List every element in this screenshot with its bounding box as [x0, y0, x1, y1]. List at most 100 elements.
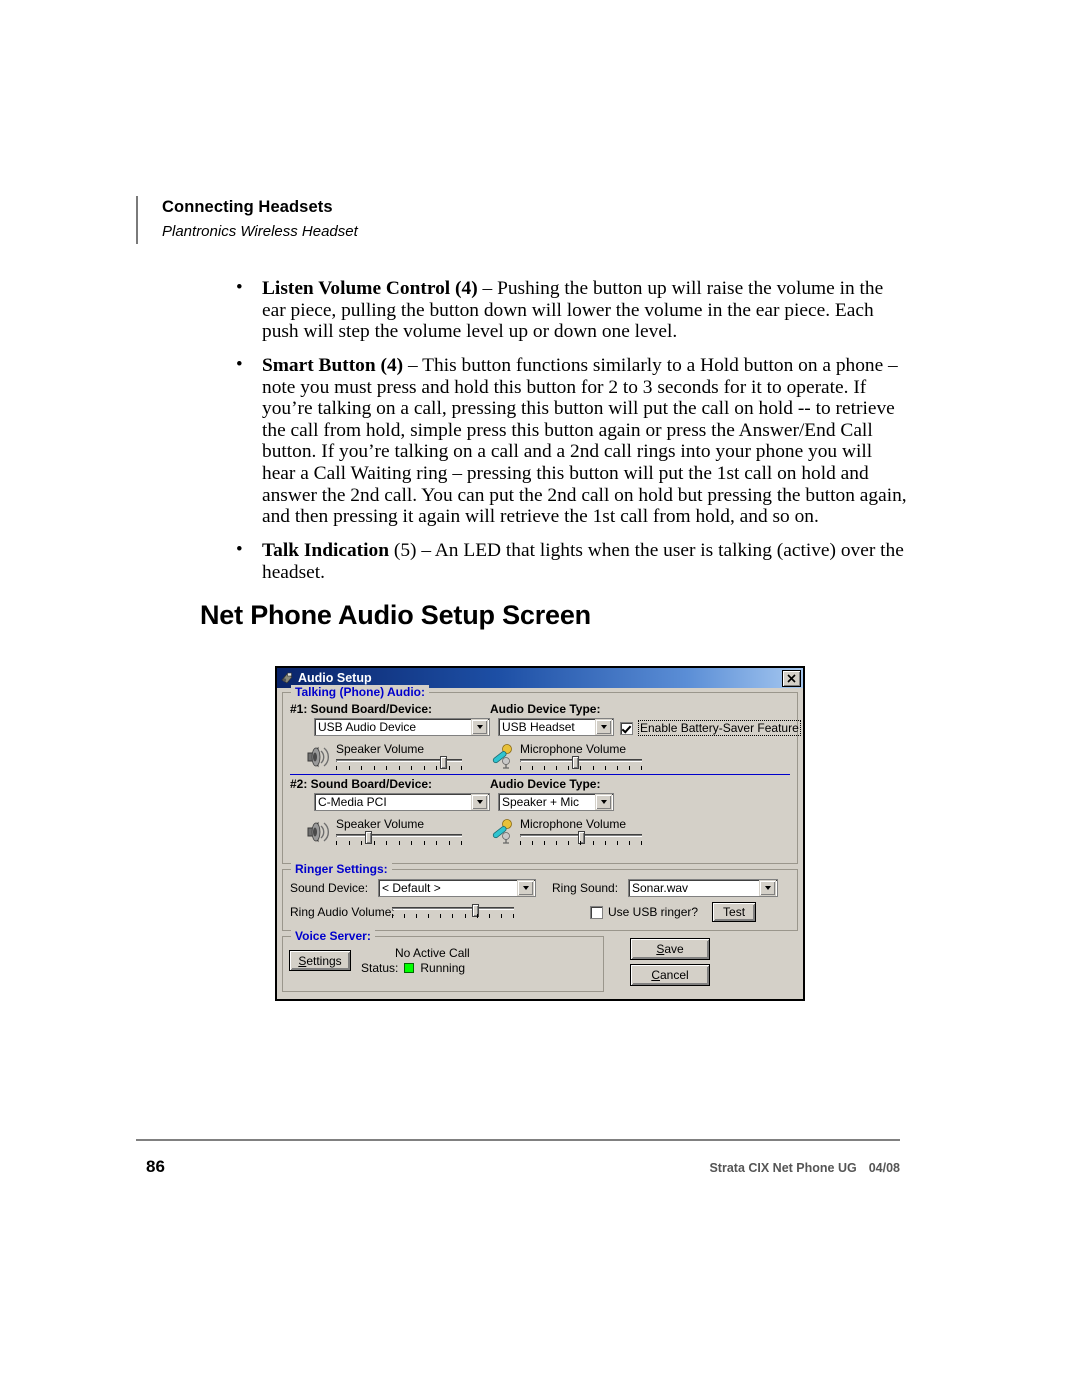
- group-divider: [290, 774, 790, 775]
- ringer-sound-device-combo[interactable]: < Default >: [378, 879, 536, 897]
- device1-speaker-volume: Speaker Volume: [304, 742, 462, 771]
- audio-setup-icon: [280, 671, 294, 685]
- body-content: • Listen Volume Control (4) – Pushing the…: [234, 277, 910, 595]
- voice-server-settings-button[interactable]: Settings: [289, 950, 351, 971]
- usb-ringer-label: Use USB ringer?: [608, 905, 699, 919]
- device2-speaker-label: Speaker Volume: [336, 817, 425, 831]
- bullet-term: Listen Volume Control: [262, 278, 451, 299]
- slider-ticks: [520, 841, 642, 846]
- device1-mic-slider[interactable]: [520, 756, 642, 771]
- device1-speaker-label: Speaker Volume: [336, 742, 425, 756]
- status-led-icon: [404, 963, 415, 973]
- device1-type-combo[interactable]: USB Headset: [498, 718, 614, 736]
- dialog-body: Talking (Phone) Audio: #1: Sound Board/D…: [277, 685, 803, 997]
- list-item: • Talk Indication (5) – An LED that light…: [234, 538, 910, 583]
- battery-saver-label: Enable Battery-Saver Feature: [638, 720, 801, 736]
- sound-device-label: Sound Device:: [290, 881, 369, 895]
- footer-doc-title: Strata CIX Net Phone UG: [709, 1161, 857, 1175]
- header-subtitle: Plantronics Wireless Headset: [162, 223, 358, 241]
- bullet-ref: (4): [455, 278, 478, 299]
- test-button[interactable]: Test: [712, 902, 757, 922]
- voice-server-status-label: Status:: [361, 961, 399, 975]
- voice-server-group: Voice Server: Settings No Active Call St…: [282, 929, 604, 992]
- device2-mic-volume: Microphone Volume: [488, 817, 642, 846]
- slider-ticks: [392, 914, 514, 919]
- bullet-glyph: •: [236, 277, 243, 298]
- ring-volume-slider[interactable]: [392, 904, 514, 919]
- bullet-term: Talk Indication: [262, 539, 389, 561]
- save-button-label: Save: [656, 942, 684, 956]
- device1-board-value: USB Audio Device: [318, 720, 417, 734]
- ring-volume-label: Ring Audio Volume:: [290, 905, 395, 919]
- battery-saver-checkbox-wrap[interactable]: Enable Battery-Saver Feature: [620, 720, 801, 736]
- ring-sound-label: Ring Sound:: [552, 881, 619, 895]
- audio-setup-dialog: Audio Setup Talking (Phone) Audio: #1: S…: [275, 666, 805, 1001]
- cancel-button[interactable]: Cancel: [630, 964, 710, 986]
- device1-board-combo[interactable]: USB Audio Device: [314, 718, 490, 736]
- microphone-icon: [488, 743, 518, 771]
- ringer-settings-group: Ringer Settings: Sound Device: < Default…: [282, 862, 798, 931]
- ringer-sound-device-value: < Default >: [382, 881, 441, 895]
- group-legend: Talking (Phone) Audio:: [291, 685, 429, 699]
- footer-divider: [136, 1139, 900, 1141]
- slider-track: [392, 907, 514, 910]
- chevron-down-icon[interactable]: [471, 719, 488, 735]
- bullet-glyph: •: [236, 353, 243, 375]
- device1-board-label: #1: Sound Board/Device:: [290, 702, 433, 716]
- voice-server-call-state: No Active Call: [395, 946, 470, 960]
- bullet-glyph: •: [236, 538, 243, 560]
- chevron-down-icon[interactable]: [759, 880, 776, 896]
- usb-ringer-checkbox[interactable]: [590, 905, 603, 919]
- chevron-down-icon[interactable]: [471, 794, 488, 810]
- bullet-ref: (4): [380, 354, 404, 376]
- footer-doc-info: Strata CIX Net Phone UG 04/08: [709, 1161, 900, 1175]
- device2-mic-label: Microphone Volume: [520, 817, 627, 831]
- microphone-icon: [488, 818, 518, 846]
- slider-ticks: [336, 766, 462, 771]
- bullet-text: – This button functions similarly to a H…: [262, 354, 907, 528]
- group-legend: Voice Server:: [291, 929, 375, 943]
- close-icon[interactable]: [782, 669, 801, 687]
- device2-type-value: Speaker + Mic: [502, 795, 580, 809]
- list-item: • Listen Volume Control (4) – Pushing the…: [234, 277, 910, 343]
- device2-mic-slider[interactable]: [520, 831, 642, 846]
- dialog-title: Audio Setup: [298, 671, 372, 685]
- device1-type-value: USB Headset: [502, 720, 575, 734]
- header-title: Connecting Headsets: [162, 198, 333, 216]
- device1-type-label: Audio Device Type:: [490, 702, 601, 716]
- page-number: 86: [146, 1157, 165, 1176]
- device1-mic-volume: Microphone Volume: [488, 742, 642, 771]
- settings-button-label: Settings: [298, 953, 342, 968]
- slider-track: [336, 834, 462, 837]
- slider-ticks: [520, 766, 642, 771]
- list-item: • Smart Button (4) – This button function…: [234, 353, 910, 528]
- device2-type-label: Audio Device Type:: [490, 777, 601, 791]
- ring-sound-value: Sonar.wav: [632, 881, 689, 895]
- device2-board-label: #2: Sound Board/Device:: [290, 777, 433, 791]
- footer-date: 04/08: [868, 1161, 900, 1175]
- ring-sound-combo[interactable]: Sonar.wav: [628, 879, 778, 897]
- device2-type-combo[interactable]: Speaker + Mic: [498, 793, 614, 811]
- usb-ringer-checkbox-wrap[interactable]: Use USB ringer?: [590, 905, 698, 919]
- device1-speaker-slider[interactable]: [336, 756, 462, 771]
- voice-server-status-value: Running: [420, 961, 466, 975]
- page-title: Net Phone Audio Setup Screen: [200, 600, 591, 630]
- slider-ticks: [336, 841, 462, 846]
- battery-saver-checkbox[interactable]: [620, 721, 633, 735]
- device2-board-value: C-Media PCI: [318, 795, 387, 809]
- chevron-down-icon[interactable]: [595, 794, 612, 810]
- cancel-button-label: Cancel: [651, 968, 689, 982]
- slider-track: [520, 759, 642, 762]
- device1-mic-label: Microphone Volume: [520, 742, 627, 756]
- save-button[interactable]: Save: [630, 938, 710, 960]
- device2-speaker-volume: Speaker Volume: [304, 817, 462, 846]
- chevron-down-icon[interactable]: [595, 719, 612, 735]
- talking-phone-audio-group: Talking (Phone) Audio: #1: Sound Board/D…: [282, 685, 801, 864]
- group-legend: Ringer Settings:: [291, 862, 392, 876]
- chevron-down-icon[interactable]: [517, 880, 534, 896]
- device2-speaker-slider[interactable]: [336, 831, 462, 846]
- device2-board-combo[interactable]: C-Media PCI: [314, 793, 490, 811]
- speaker-icon: [304, 743, 334, 771]
- test-button-label: Test: [723, 905, 746, 919]
- bullet-ref: (5): [393, 539, 417, 561]
